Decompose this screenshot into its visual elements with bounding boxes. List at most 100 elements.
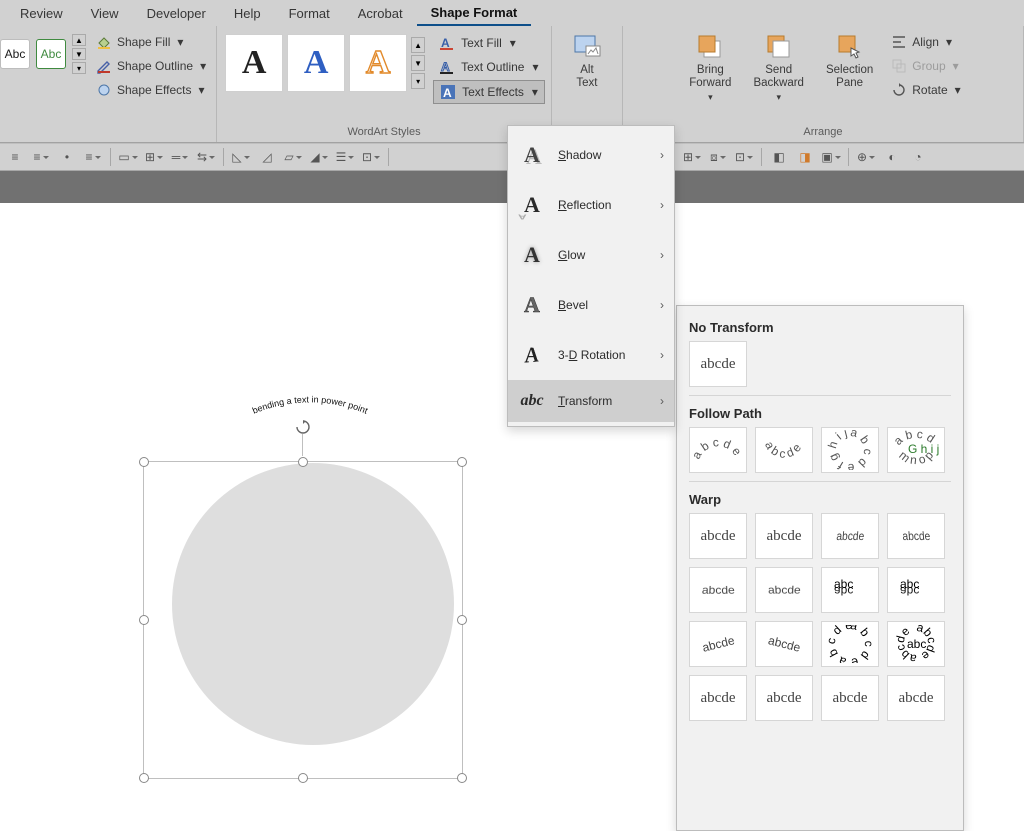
warp-15[interactable]: abcde	[821, 675, 879, 721]
svg-text:a b c d e f g: a b c d e f g	[759, 430, 806, 461]
handle-mr[interactable]	[457, 615, 467, 625]
qat-btn-6[interactable]: ⊞	[143, 146, 165, 168]
bring-forward-button[interactable]: Bring Forward ▾	[681, 28, 739, 107]
tab-format[interactable]: Format	[275, 2, 344, 25]
warp-12[interactable]: abcde abcdeabc	[887, 621, 945, 667]
qat-btn-23[interactable]: ◐	[881, 146, 903, 168]
warp-3[interactable]: abcde	[821, 513, 879, 559]
send-backward-button[interactable]: Send Backward ▾	[745, 28, 812, 107]
selection-pane-button[interactable]: Selection Pane	[818, 28, 881, 94]
warp-5[interactable]: abcde	[689, 567, 747, 613]
warp-8[interactable]: abcabc	[887, 567, 945, 613]
warp-9[interactable]: abcde	[689, 621, 747, 667]
text-fill-button[interactable]: A Text Fill▾	[433, 32, 545, 54]
gallery-scroll-up-icon[interactable]: ▲	[72, 34, 86, 46]
wordart-scroll-down-icon[interactable]: ▼	[411, 55, 425, 71]
shape-fill-button[interactable]: Shape Fill▾	[92, 32, 210, 52]
align-button[interactable]: Align▾	[887, 32, 964, 52]
follow-path-button[interactable]: a b c d e fG h i jm n o p q	[887, 427, 945, 473]
menu-reflection[interactable]: AA Reflection›	[508, 180, 674, 230]
warp-4[interactable]: abcde	[887, 513, 945, 559]
menu-transform[interactable]: abc Transform›	[508, 380, 674, 422]
qat-btn-14[interactable]: ⊡	[360, 146, 382, 168]
warp-16[interactable]: abcde	[887, 675, 945, 721]
qat-btn-17[interactable]: ⧈	[707, 146, 729, 168]
qat-btn-13[interactable]: ☰	[334, 146, 356, 168]
warp-1[interactable]: abcde	[689, 513, 747, 559]
text-effects-label: Text Effects	[462, 85, 524, 99]
qat-btn-24[interactable]: ◔	[907, 146, 929, 168]
selection-box[interactable]	[143, 461, 463, 779]
tab-review[interactable]: Review	[6, 2, 77, 25]
handle-tr[interactable]	[457, 457, 467, 467]
warp-6[interactable]: abcde	[755, 567, 813, 613]
gallery-more-icon[interactable]: ▾	[72, 62, 86, 74]
svg-text:bending a text in power point: bending a text in power point	[251, 394, 370, 416]
svg-text:A: A	[441, 36, 450, 50]
shape-style-swatch-2[interactable]: Abc	[36, 39, 66, 69]
menu-3d-rotation[interactable]: A 3-D Rotation›	[508, 330, 674, 380]
warp-13[interactable]: abcde	[689, 675, 747, 721]
qat-btn-1[interactable]: ≡	[4, 146, 26, 168]
shape-outline-button[interactable]: Shape Outline▾	[92, 56, 210, 76]
qat-btn-9[interactable]: ◺	[230, 146, 252, 168]
menu-bevel-label: evel	[566, 298, 588, 312]
qat-btn-3[interactable]: •	[56, 146, 78, 168]
qat-btn-10[interactable]: ◿	[256, 146, 278, 168]
warp-10[interactable]: abcde	[755, 621, 813, 667]
handle-ml[interactable]	[139, 615, 149, 625]
qat-btn-20[interactable]: ◨	[794, 146, 816, 168]
wordart-style-1[interactable]: A	[225, 34, 283, 92]
follow-path-circle[interactable]: a b c d e f g h i j k l m n	[821, 427, 879, 473]
wordart-style-3[interactable]: A	[349, 34, 407, 92]
qat-btn-4[interactable]: ≡	[82, 146, 104, 168]
gallery-scroll-down-icon[interactable]: ▼	[72, 48, 86, 60]
rotate-button[interactable]: Rotate▾	[887, 80, 964, 100]
menu-glow[interactable]: A Glow›	[508, 230, 674, 280]
qat-btn-19[interactable]: ◧	[768, 146, 790, 168]
qat-btn-2[interactable]: ≡	[30, 146, 52, 168]
qat-btn-22[interactable]: ⊕	[855, 146, 877, 168]
warp-2[interactable]: abcde	[755, 513, 813, 559]
warp-14[interactable]: abcde	[755, 675, 813, 721]
transform-panel: No Transform abcde Follow Path a b c d e…	[676, 305, 964, 831]
svg-text:a b c d e f g: a b c d e f g	[693, 430, 743, 461]
qat-btn-8[interactable]: ⇆	[195, 146, 217, 168]
shape-effects-button[interactable]: Shape Effects▾	[92, 80, 210, 100]
handle-br[interactable]	[457, 773, 467, 783]
text-outline-button[interactable]: A Text Outline▾	[433, 56, 545, 78]
handle-bm[interactable]	[298, 773, 308, 783]
bucket-icon	[96, 34, 112, 50]
warp-7[interactable]: abcabc	[821, 567, 879, 613]
qat-btn-7[interactable]: ═	[169, 146, 191, 168]
tab-help[interactable]: Help	[220, 2, 275, 25]
menu-shadow[interactable]: A Shadow›	[508, 130, 674, 180]
handle-tm[interactable]	[298, 457, 308, 467]
qat-btn-16[interactable]: ⊞	[681, 146, 703, 168]
tab-acrobat[interactable]: Acrobat	[344, 2, 417, 25]
qat-btn-11[interactable]: ▱	[282, 146, 304, 168]
shape-style-swatch-1[interactable]: Abc	[0, 39, 30, 69]
qat-btn-5[interactable]: ▭	[117, 146, 139, 168]
follow-path-arch-down[interactable]: a b c d e f g	[755, 427, 813, 473]
follow-path-arch-up[interactable]: a b c d e f g	[689, 427, 747, 473]
rotate-handle-icon[interactable]	[296, 420, 310, 437]
handle-bl[interactable]	[139, 773, 149, 783]
wordart-style-2[interactable]: A	[287, 34, 345, 92]
wordart-more-icon[interactable]: ▾	[411, 73, 425, 89]
handle-tl[interactable]	[139, 457, 149, 467]
warp-11[interactable]: a b c d e a b c d e	[821, 621, 879, 667]
qat-btn-12[interactable]: ◢	[308, 146, 330, 168]
tab-shape-format[interactable]: Shape Format	[417, 1, 532, 26]
svg-text:abc: abc	[900, 584, 919, 598]
qat-btn-18[interactable]: ⊡	[733, 146, 755, 168]
alt-text-button[interactable]: Alt Text	[558, 28, 616, 94]
menu-bevel[interactable]: A Bevel›	[508, 280, 674, 330]
text-effects-button[interactable]: A Text Effects▾	[433, 80, 545, 104]
tab-developer[interactable]: Developer	[133, 2, 220, 25]
qat-btn-21[interactable]: ▣	[820, 146, 842, 168]
tab-view[interactable]: View	[77, 2, 133, 25]
group-button[interactable]: Group▾	[887, 56, 964, 76]
wordart-scroll-up-icon[interactable]: ▲	[411, 37, 425, 53]
no-transform-option[interactable]: abcde	[689, 341, 747, 387]
